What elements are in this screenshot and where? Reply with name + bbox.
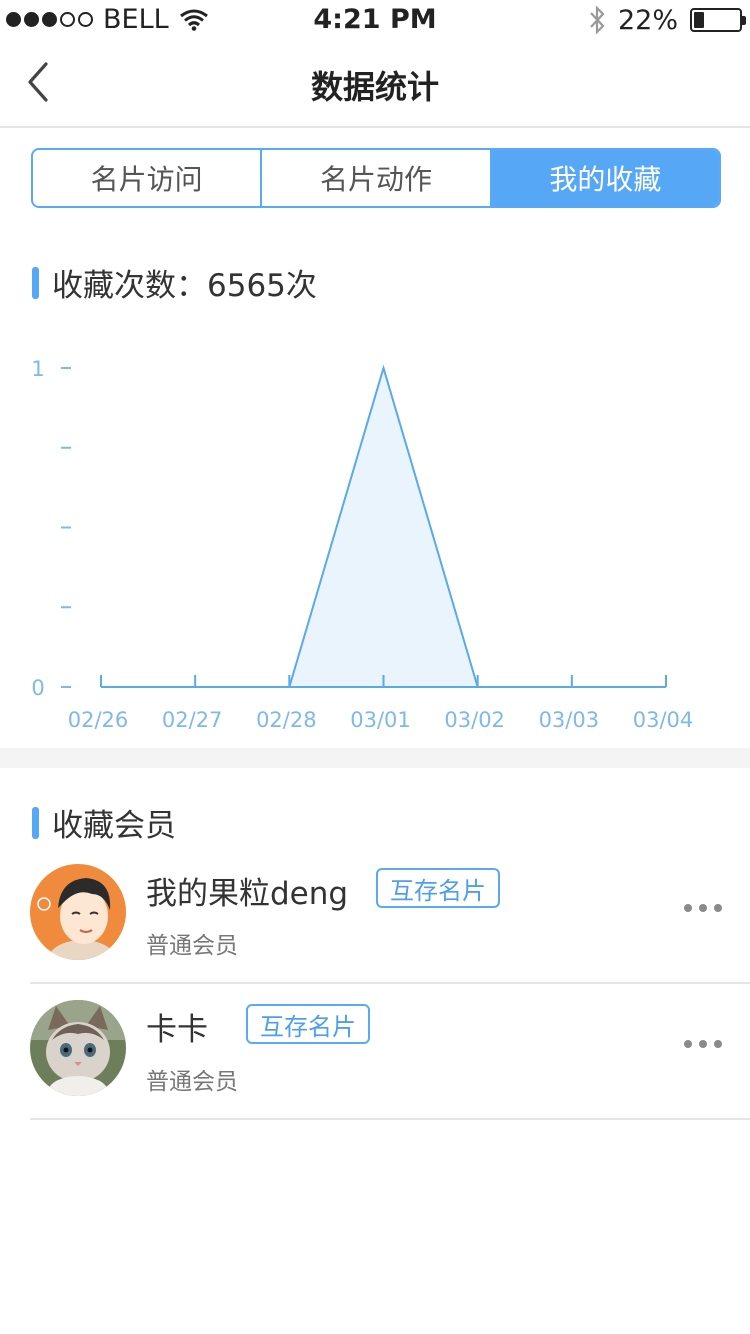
x-tick-label: 02/27 xyxy=(162,708,223,732)
tab-card-visits[interactable]: 名片访问 xyxy=(33,150,260,206)
kitten-avatar-icon xyxy=(30,1000,126,1096)
x-tick-label: 03/01 xyxy=(350,708,411,732)
bluetooth-icon xyxy=(590,5,605,35)
avatar[interactable] xyxy=(30,864,126,960)
y-tick-label: 1 xyxy=(31,357,44,381)
mutual-card-badge: 互存名片 xyxy=(376,868,500,908)
member-level: 普通会员 xyxy=(146,933,238,959)
favorites-count-text: 收藏次数：6565次 xyxy=(52,268,317,304)
favorite-members-title: 收藏会员 xyxy=(52,808,176,844)
chart-svg: 02/26 02/27 02/28 03/01 03/02 03/03 03/04 0 1 xyxy=(31,357,694,732)
nav-bar: 数据统计 xyxy=(0,40,750,128)
favorite-members-heading: 收藏会员 xyxy=(32,800,176,845)
more-options-icon[interactable] xyxy=(684,898,722,918)
status-bar: BELL 4:21 PM 22% xyxy=(0,0,750,40)
x-tick-label: 03/03 xyxy=(539,708,600,732)
segmented-tabs: 名片访问 名片动作 我的收藏 xyxy=(31,148,721,208)
x-tick-label: 02/26 xyxy=(68,708,129,732)
status-right: 22% xyxy=(588,4,746,36)
battery-percent: 22% xyxy=(617,4,678,36)
y-tick-label: 0 xyxy=(31,676,44,700)
page-title: 数据统计 xyxy=(310,68,439,106)
tab-card-actions[interactable]: 名片动作 xyxy=(260,150,489,206)
mutual-card-badge: 互存名片 xyxy=(246,1004,370,1044)
cartoon-avatar-icon xyxy=(30,864,126,960)
member-name: 我的果粒deng xyxy=(146,876,349,912)
member-name: 卡卡 xyxy=(146,1012,208,1048)
x-tick-label: 03/02 xyxy=(444,708,505,732)
section-marker xyxy=(32,806,39,839)
x-tick-label: 03/04 xyxy=(633,708,694,732)
x-tick-label: 02/28 xyxy=(256,708,317,732)
favorites-count-heading: 收藏次数：6565次 xyxy=(32,260,317,305)
avatar[interactable] xyxy=(30,1000,126,1096)
more-options-icon[interactable] xyxy=(684,1034,722,1054)
section-marker xyxy=(32,266,39,299)
member-level: 普通会员 xyxy=(146,1069,238,1095)
favorites-chart: 02/26 02/27 02/28 03/01 03/02 03/03 03/04 0 1 xyxy=(0,320,750,740)
battery-icon xyxy=(690,8,746,32)
member-row[interactable]: 卡卡 互存名片 普通会员 xyxy=(30,984,750,1120)
section-divider xyxy=(0,748,750,768)
battery-fill xyxy=(694,12,704,28)
tab-my-favorites[interactable]: 我的收藏 xyxy=(489,150,719,206)
member-row[interactable]: 我的果粒deng 互存名片 普通会员 xyxy=(30,848,750,984)
chart-area xyxy=(101,368,666,687)
